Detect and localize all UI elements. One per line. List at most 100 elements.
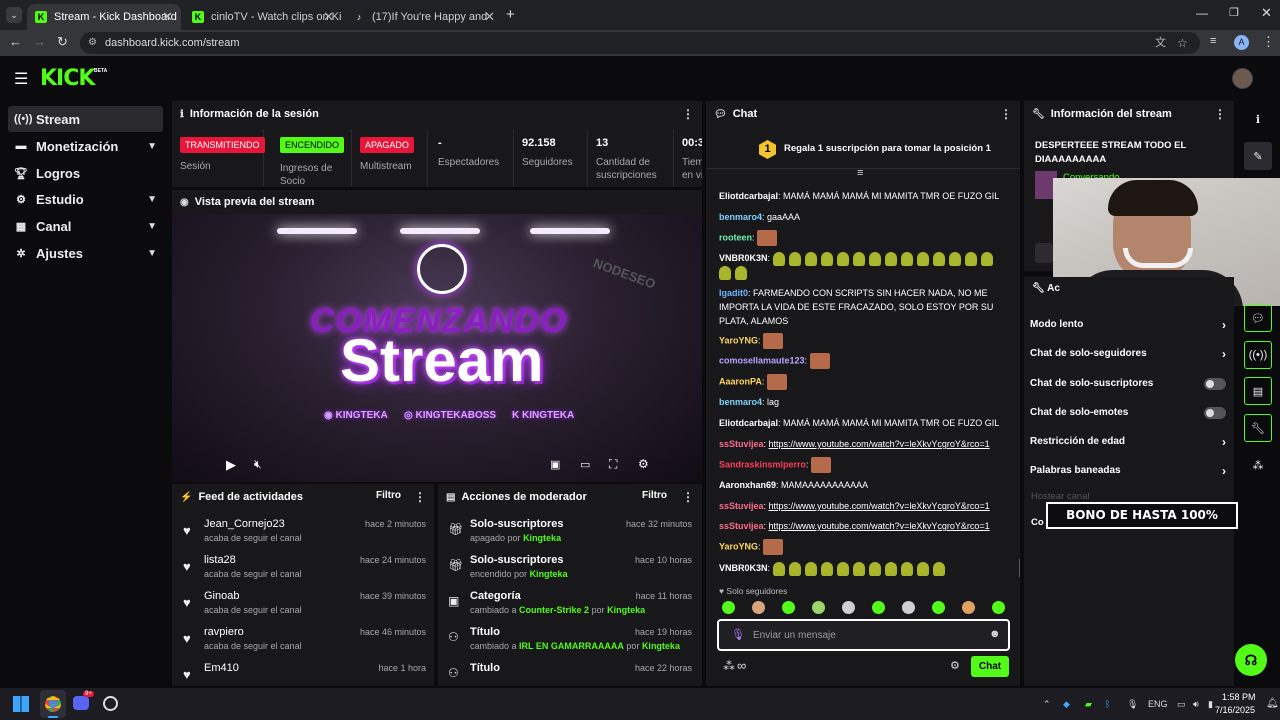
chat-username[interactable]: Eliotdcarbajal xyxy=(719,418,778,428)
corn-emote-icon[interactable] xyxy=(852,561,865,576)
help-support-icon[interactable]: ☊ xyxy=(1235,644,1267,676)
chat-username[interactable]: ssStuvijea xyxy=(719,521,764,531)
sidebar-item-monetizacion[interactable]: ▬ Monetización ▼ xyxy=(8,133,163,159)
option-age-restriction[interactable]: Restricción de edad › xyxy=(1024,427,1234,456)
mod-action-item[interactable]: ▣ Categoría cambiado a Counter-Strike 2 po… xyxy=(438,586,700,622)
send-chat-button[interactable]: Chat xyxy=(971,656,1009,677)
taskbar-date[interactable]: 7/16/2025 xyxy=(1215,705,1255,715)
minimize-window-icon[interactable]: — xyxy=(1196,6,1208,20)
emote-icon[interactable] xyxy=(763,333,784,349)
browser-tab-clips[interactable]: K cinloTV - Watch clips on Kick ✕ xyxy=(184,4,342,30)
emote-shortcut-icon[interactable] xyxy=(872,601,885,614)
site-info-icon[interactable]: ⚙ xyxy=(88,32,97,54)
rail-emote-icon[interactable]: ⁂ xyxy=(1244,451,1272,479)
close-window-icon[interactable]: ✕ xyxy=(1261,5,1272,21)
emote-icon[interactable] xyxy=(763,539,784,555)
emote-shortcut-icon[interactable] xyxy=(752,601,765,614)
corn-emote-icon[interactable] xyxy=(948,251,961,266)
tray-bluetooth-icon[interactable]: ᛒ xyxy=(1105,699,1110,709)
reload-icon[interactable]: ↻ xyxy=(57,34,68,50)
option-slow-mode[interactable]: Modo lento › xyxy=(1024,310,1234,339)
corn-emote-icon[interactable] xyxy=(980,251,993,266)
chat-username[interactable]: benmaro4 xyxy=(719,212,762,222)
picture-in-picture-icon[interactable]: ▣ xyxy=(550,458,560,471)
corn-emote-icon[interactable] xyxy=(719,266,731,281)
chat-username[interactable]: VNBR0K3N xyxy=(719,253,768,263)
feed-item[interactable]: ♥ Em410 hace 1 hora xyxy=(172,658,434,686)
more-options-icon[interactable]: ⋮ xyxy=(682,490,694,504)
tray-app-icon[interactable]: ◆ xyxy=(1063,699,1070,710)
corn-emote-icon[interactable] xyxy=(916,251,929,266)
chat-username[interactable]: ssStuvijea xyxy=(719,501,764,511)
emote-shortcut-icon[interactable] xyxy=(902,601,915,614)
emoji-picker-icon[interactable]: ☻ xyxy=(989,628,1001,640)
corn-emote-icon[interactable] xyxy=(788,561,801,576)
corn-emote-icon[interactable] xyxy=(772,251,785,266)
corn-emote-icon[interactable] xyxy=(772,561,785,576)
corn-emote-icon[interactable] xyxy=(884,251,897,266)
chat-username[interactable]: Aaronxhan69 xyxy=(719,480,776,490)
corn-emote-icon[interactable] xyxy=(836,561,849,576)
taskbar-clock[interactable]: 1:58 PM xyxy=(1222,692,1256,702)
sidebar-item-estudio[interactable]: ⚙ Estudio ▼ xyxy=(8,186,163,212)
close-tab-icon[interactable]: ✕ xyxy=(323,9,334,25)
new-tab-button[interactable]: + xyxy=(506,6,515,23)
mod-action-item[interactable]: 🎁︎ Solo-suscriptores apagado por Kingteka … xyxy=(438,514,700,550)
corn-emote-icon[interactable] xyxy=(900,561,913,576)
emote-icon[interactable] xyxy=(811,457,832,473)
option-followers-only[interactable]: Chat de solo-seguidores › xyxy=(1024,339,1234,368)
corn-emote-icon[interactable] xyxy=(836,251,849,266)
option-subscribers-only[interactable]: Chat de solo-suscriptores xyxy=(1024,369,1234,398)
chat-username[interactable]: ssStuvijea xyxy=(719,439,764,449)
sidebar-item-stream[interactable]: ((•)) Stream xyxy=(8,106,163,132)
feed-item-name[interactable]: Em410 xyxy=(204,662,239,674)
video-settings-icon[interactable]: ⚙ xyxy=(638,457,649,471)
translate-icon[interactable]: 文 xyxy=(1155,32,1166,54)
language-indicator[interactable]: ENG xyxy=(1148,699,1168,709)
notification-bell-icon[interactable]: 🔔︎ xyxy=(1266,698,1279,709)
subscribers-only-toggle[interactable] xyxy=(1204,377,1226,390)
corn-emote-icon[interactable] xyxy=(868,561,881,576)
feed-filter-button[interactable]: Filtro xyxy=(376,490,401,501)
chrome-taskbar-icon[interactable] xyxy=(40,690,66,718)
chat-username[interactable]: lgadit0 xyxy=(719,288,748,298)
tray-network-icon[interactable]: ▭ xyxy=(1177,699,1186,710)
emote-shortcut-icon[interactable] xyxy=(962,601,975,614)
chat-link[interactable]: https://www.youtube.com/watch?v=leXkvYcg… xyxy=(769,521,990,531)
corn-emote-icon[interactable] xyxy=(916,561,929,576)
corn-emote-icon[interactable] xyxy=(804,561,817,576)
emote-shortcut-icon[interactable] xyxy=(812,601,825,614)
sidebar-item-canal[interactable]: ▦ Canal ▼ xyxy=(8,213,163,239)
chat-username[interactable]: Eliotdcarbajal xyxy=(719,191,778,201)
option-banned-words[interactable]: Palabras baneadas › xyxy=(1024,456,1234,485)
option-host-channel[interactable]: Hostear canal xyxy=(1031,491,1090,502)
mute-icon[interactable]: 🔇︎ xyxy=(254,457,262,472)
rail-edit-icon[interactable]: ✎ xyxy=(1244,142,1272,170)
corn-emote-icon[interactable] xyxy=(932,561,945,576)
mod-action-user[interactable]: Kingteka xyxy=(607,605,645,615)
chat-link[interactable]: https://www.youtube.com/watch?v=leXkvYcg… xyxy=(769,501,990,511)
close-tab-icon[interactable]: ✕ xyxy=(162,9,173,25)
rail-mod-icon[interactable]: ▤ xyxy=(1244,377,1272,405)
tray-chevron-icon[interactable]: ⌃ xyxy=(1043,699,1051,710)
corn-emote-icon[interactable] xyxy=(788,251,801,266)
mod-action-item[interactable]: 🎁︎ Solo-suscriptores encendido por Kingtek… xyxy=(438,550,700,586)
url-input[interactable]: ⚙ dashboard.kick.com/stream 文 ☆ xyxy=(80,32,1200,54)
feed-item[interactable]: ♥ lista28 acaba de seguir el canal hace 24 … xyxy=(172,550,434,586)
chat-username[interactable]: Sandraskinsmiperro xyxy=(719,459,806,469)
feed-item-name[interactable]: Ginoab xyxy=(204,590,239,602)
feed-item-name[interactable]: ravpiero xyxy=(204,626,244,638)
play-icon[interactable]: ▶ xyxy=(226,457,236,473)
user-avatar[interactable] xyxy=(1232,68,1253,89)
mod-action-value[interactable]: Kingteka xyxy=(523,533,561,543)
more-options-icon[interactable]: ⋮ xyxy=(682,107,694,121)
fullscreen-icon[interactable]: ⛶ xyxy=(609,457,617,472)
option-cut[interactable]: Co xyxy=(1031,517,1044,528)
rail-wrench-icon[interactable]: 🔧︎ xyxy=(1244,414,1272,442)
emotes-only-toggle[interactable] xyxy=(1204,406,1226,419)
obs-taskbar-icon[interactable] xyxy=(103,696,118,711)
more-options-icon[interactable]: ⋮ xyxy=(1214,107,1226,121)
hamburger-menu-icon[interactable]: ☰ xyxy=(14,69,28,89)
browser-menu-icon[interactable]: ⋮ xyxy=(1262,34,1275,50)
pinned-gift-banner[interactable]: 1 Regala 1 suscripción para tomar la pos… xyxy=(706,129,1020,179)
